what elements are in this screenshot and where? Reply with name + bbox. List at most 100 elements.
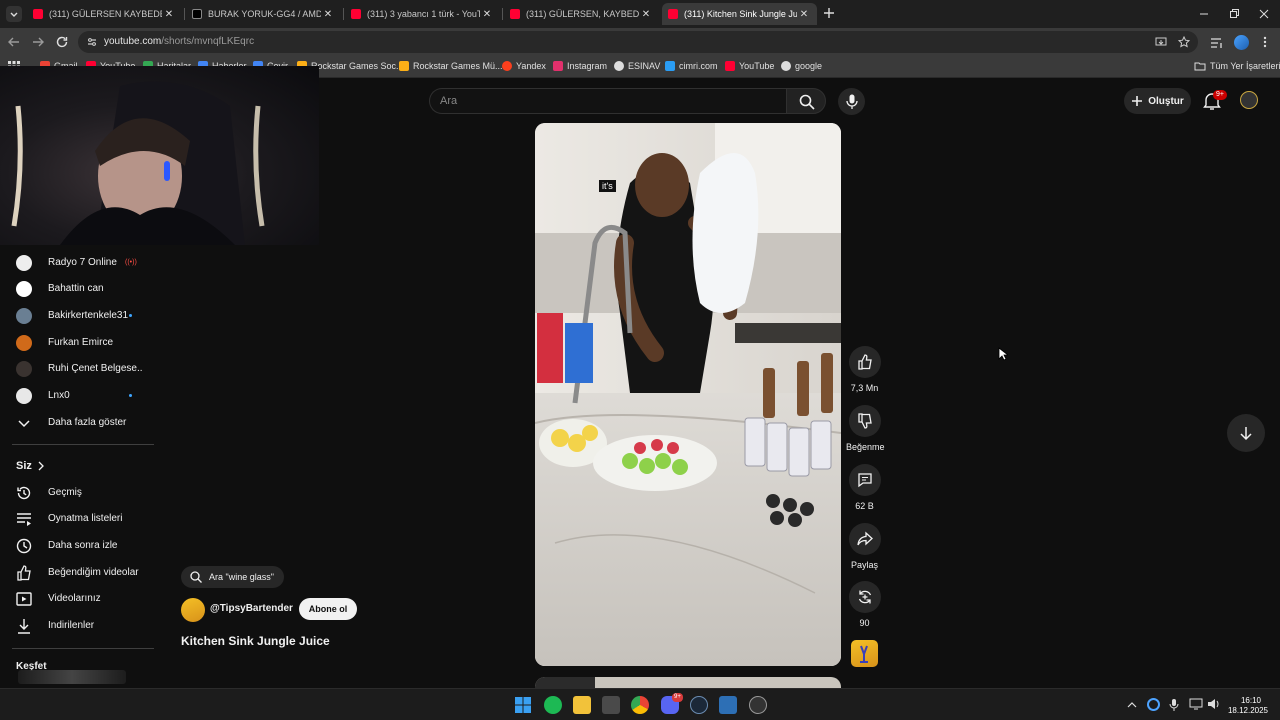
start-button[interactable] (514, 696, 532, 714)
chrome-taskbar-icon[interactable] (631, 696, 649, 714)
volume-tray-icon[interactable] (1207, 698, 1221, 710)
obs-taskbar-icon[interactable] (749, 696, 767, 714)
spotify-taskbar-icon[interactable] (544, 696, 562, 714)
sync-tray-icon[interactable] (1147, 698, 1160, 711)
channel-avatar (16, 334, 32, 351)
bookmark-yandex[interactable]: Yandex (502, 61, 546, 71)
sidebar-item-liked-videos[interactable]: Beğendiğim videolar (0, 559, 154, 586)
tab-search-button[interactable] (6, 6, 22, 22)
show-more-button[interactable]: Daha fazla göster (0, 409, 154, 436)
browser-tab[interactable]: BURAK YORUK-GG4 / AMD Ryz ✕ (186, 3, 341, 25)
install-app-icon[interactable] (1155, 36, 1167, 48)
dislike-button[interactable]: Beğenme (846, 405, 885, 452)
subscribe-button[interactable]: Abone ol (299, 598, 357, 620)
shorts-video-player[interactable]: it's (535, 123, 841, 666)
arrow-right-icon (33, 37, 44, 47)
browser-tab-active[interactable]: (311) Kitchen Sink Jungle Juice ✕ (662, 3, 817, 25)
new-tab-button[interactable] (821, 5, 837, 21)
tab-close-icon[interactable]: ✕ (480, 9, 494, 20)
steam-taskbar-icon[interactable] (690, 696, 708, 714)
bookmark-label: google (795, 61, 823, 71)
webcam-overlay (0, 66, 319, 245)
address-bar[interactable]: youtube.com/shorts/mvnqfLKEqrc (78, 31, 1198, 53)
restore-icon (1230, 9, 1239, 18)
webcam-feed (11, 81, 265, 245)
star-icon[interactable] (1178, 36, 1190, 48)
sidebar-item-bakirkertenkele[interactable]: Bakirkertenkele31 (0, 302, 154, 329)
url-path: /shorts/mvnqfLKEqrc (161, 36, 255, 47)
site-info-icon[interactable] (86, 36, 98, 48)
sidebar-item-your-videos[interactable]: Videolarınız (0, 585, 154, 612)
sidebar-item-label: Videolarınız (48, 593, 101, 604)
tab-title: BURAK YORUK-GG4 / AMD Ryz (208, 9, 321, 19)
chevron-up-icon[interactable] (1127, 700, 1137, 710)
remix-button[interactable]: 90 (846, 581, 883, 628)
search-suggestion-chip[interactable]: Ara "wine glass" (181, 566, 284, 588)
sidebar-item-history[interactable]: Geçmiş (0, 479, 154, 506)
create-button[interactable]: Oluştur (1124, 88, 1191, 114)
sound-thumbnail[interactable] (851, 640, 878, 667)
search-suggestion-text: Ara "wine glass" (209, 572, 274, 582)
sidebar-item-playlists[interactable]: Oynatma listeleri (0, 505, 154, 532)
dislike-circle (848, 405, 881, 437)
browser-tab[interactable]: (311) GÜLERSEN KAYBEDERSİN ✕ (27, 3, 182, 25)
history-icon (17, 486, 31, 499)
youtube-icon (725, 61, 735, 71)
sidebar-item-ruhi[interactable]: Ruhi Çenet Belgese... (0, 355, 154, 382)
tab-close-icon[interactable]: ✕ (162, 9, 176, 20)
sidebar-item-watch-later[interactable]: Daha sonra izle (0, 532, 154, 559)
youtube-favicon-icon (668, 9, 678, 19)
media-controls-icon[interactable] (1210, 36, 1224, 50)
bookmark-instagram[interactable]: Instagram (553, 61, 607, 71)
bookmark-google[interactable]: google (781, 61, 822, 71)
channel-avatar[interactable] (181, 598, 205, 622)
tab-close-icon[interactable]: ✕ (797, 9, 811, 20)
window-restore-button[interactable] (1226, 6, 1242, 22)
microphone-tray-icon[interactable] (1169, 698, 1179, 712)
store-taskbar-icon[interactable] (602, 696, 620, 714)
taskbar-time[interactable]: 16:10 (1228, 696, 1274, 705)
reload-icon (56, 36, 68, 48)
app-taskbar-icon[interactable] (719, 696, 737, 714)
reload-button[interactable] (54, 34, 70, 50)
bookmark-cimri[interactable]: cimri.com (665, 61, 718, 71)
window-close-button[interactable] (1256, 6, 1272, 22)
sidebar-section-you[interactable]: Siz (0, 452, 154, 479)
taskbar-date[interactable]: 18.12.2025 (1222, 706, 1274, 715)
like-button[interactable]: 7,3 Mn (846, 346, 883, 393)
network-tray-icon[interactable] (1189, 698, 1203, 710)
more-vert-icon[interactable] (1260, 35, 1270, 49)
search-button[interactable] (786, 88, 826, 114)
account-avatar[interactable] (1240, 91, 1258, 109)
sidebar-item-radyo7[interactable]: Radyo 7 Online ((•)) (0, 249, 154, 276)
bookmark-esinav[interactable]: ESINAV (614, 61, 660, 71)
channel-handle[interactable]: @TipsyBartender (210, 603, 293, 614)
file-explorer-taskbar-icon[interactable] (573, 696, 591, 714)
minimize-icon (1200, 13, 1208, 15)
voice-search-button[interactable] (838, 88, 865, 115)
tab-close-icon[interactable]: ✕ (321, 9, 335, 20)
thumbs-down-icon (857, 413, 872, 429)
next-short-button[interactable] (1227, 414, 1265, 452)
sidebar-item-bahattin[interactable]: Bahattin can (0, 275, 154, 302)
instagram-icon (553, 61, 563, 71)
browser-tab[interactable]: (311) GÜLERSEN, KAYBEDERSİN ✕ (504, 3, 659, 25)
forward-button[interactable] (30, 34, 46, 50)
bookmark-rockstar-music[interactable]: Rockstar Games Mü... (399, 61, 503, 71)
search-input[interactable]: Ara (429, 88, 786, 114)
bookmark-youtube-2[interactable]: YouTube (725, 61, 774, 71)
window-minimize-button[interactable] (1196, 6, 1212, 22)
sidebar-item-lnx0[interactable]: Lnx0 (0, 382, 154, 409)
comments-button[interactable]: 62 B (846, 464, 883, 511)
tab-close-icon[interactable]: ✕ (639, 9, 653, 20)
share-button[interactable]: Paylaş (846, 523, 883, 570)
thumbs-up-icon (857, 354, 872, 370)
browser-tab[interactable]: (311) 3 yabancı 1 türk - YouTub ✕ (345, 3, 500, 25)
sidebar-item-furkan[interactable]: Furkan Emirce (0, 329, 154, 356)
all-bookmarks-label: Tüm Yer İşaretleri (1210, 61, 1280, 71)
all-bookmarks-button[interactable]: Tüm Yer İşaretleri (1194, 61, 1280, 71)
back-button[interactable] (6, 34, 22, 50)
sidebar-item-downloads[interactable]: İndirilenler (0, 612, 154, 639)
profile-avatar[interactable] (1234, 35, 1249, 50)
tiktok-favicon-icon (192, 9, 202, 19)
